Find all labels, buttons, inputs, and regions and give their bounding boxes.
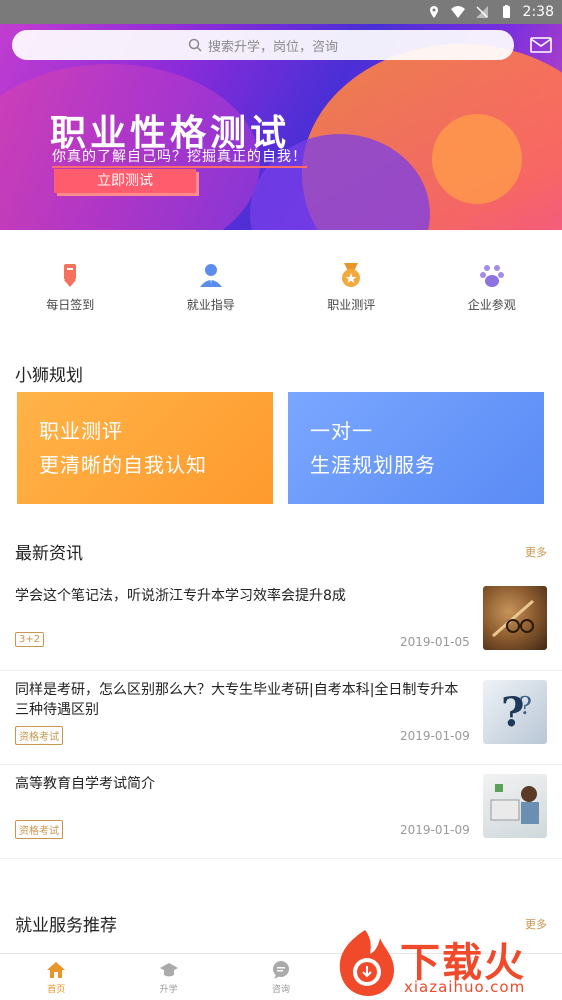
watermark: 下载火 xiazaihuo.com <box>330 926 562 1000</box>
tab-home[interactable]: 首页 <box>0 954 112 1000</box>
planning-title: 小狮规划 <box>15 366 83 386</box>
watermark-url: xiazaihuo.com <box>404 978 526 996</box>
news-item-title: 同样是考研，怎么区别那么大？大专生毕业考研|自考本科|全日制专升本三种待遇区别 <box>15 682 459 718</box>
tab-label: 升学 <box>159 984 178 995</box>
quick-nav-checkin[interactable]: 每日签到 <box>0 262 141 322</box>
quick-nav-assessment[interactable]: 职业测评 <box>281 262 422 322</box>
news-item[interactable]: 学会这个笔记法，听说浙江专升本学习效率会提升8成 3+2 2019-01-05 <box>0 576 562 671</box>
tab-label: 咨询 <box>271 984 290 995</box>
flame-logo-icon <box>339 930 394 996</box>
tab-label: 首页 <box>47 984 66 995</box>
plan-card-line1: 一对一 <box>310 419 373 443</box>
plan-card-line2: 生涯规划服务 <box>310 453 436 477</box>
plan-card-one-on-one[interactable]: 一对一 生涯规划服务 <box>288 392 544 504</box>
plan-card-line2: 更清晰的自我认知 <box>39 453 207 477</box>
location-icon <box>429 6 438 18</box>
battery-icon <box>502 5 510 18</box>
news-item-date: 2019-01-09 <box>400 823 470 837</box>
jobs-title: 就业服务推荐 <box>15 916 117 936</box>
quick-nav-guidance[interactable]: 就业指导 <box>141 262 282 322</box>
news-item-tag: 资格考试 <box>15 820 63 839</box>
search-icon <box>188 38 202 52</box>
search-input[interactable]: 搜索升学，岗位，咨询 <box>12 30 514 60</box>
no-signal-icon <box>475 6 488 18</box>
banner-subtitle: 你真的了解自己吗？挖掘真正的自我！ <box>52 146 307 168</box>
home-icon <box>47 961 66 978</box>
news-title: 最新资讯 <box>15 544 83 564</box>
pen-icon <box>64 264 77 287</box>
svg-text:?: ? <box>519 692 532 720</box>
banner-test-button[interactable]: 立即测试 <box>54 169 196 193</box>
news-more-link[interactable]: 更多 <box>525 544 547 560</box>
news-item-title: 学会这个笔记法，听说浙江专升本学习效率会提升8成 <box>15 588 346 604</box>
status-time: 2:38 <box>522 4 554 20</box>
tab-study[interactable]: 升学 <box>112 954 224 1000</box>
news-item-date: 2019-01-05 <box>400 635 470 649</box>
medal-icon <box>342 263 361 287</box>
news-item-thumbnail <box>483 774 547 838</box>
graduation-cap-icon <box>159 962 178 976</box>
plan-card-line1: 职业测评 <box>39 419 123 443</box>
mail-icon[interactable] <box>530 36 552 54</box>
group-icon <box>479 265 504 287</box>
plan-card-assessment[interactable]: 职业测评 更清晰的自我认知 <box>17 392 273 504</box>
quick-nav-label: 就业指导 <box>186 298 235 312</box>
tab-consult[interactable]: 咨询 <box>225 954 337 1000</box>
chat-icon <box>272 960 289 979</box>
person-icon <box>199 264 222 287</box>
news-item-thumbnail: ?? <box>483 680 547 744</box>
news-item-tag: 3+2 <box>15 632 45 647</box>
quick-nav-label: 职业测评 <box>327 298 376 312</box>
news-item-title: 高等教育自学考试简介 <box>15 776 155 792</box>
quick-nav-label: 企业参观 <box>467 298 516 312</box>
status-bar: 2:38 <box>0 0 562 24</box>
wifi-icon <box>450 6 465 18</box>
quick-nav: 每日签到 就业指导 职业测评 企业参观 <box>0 262 562 322</box>
news-item-tag: 资格考试 <box>15 726 63 745</box>
news-item[interactable]: 同样是考研，怎么区别那么大？大专生毕业考研|自考本科|全日制专升本三种待遇区别 … <box>0 670 562 765</box>
quick-nav-label: 每日签到 <box>46 298 95 312</box>
search-placeholder: 搜索升学，岗位，咨询 <box>207 39 338 55</box>
news-item-date: 2019-01-09 <box>400 729 470 743</box>
quick-nav-visit[interactable]: 企业参观 <box>422 262 562 322</box>
news-item-thumbnail <box>483 586 547 650</box>
news-item[interactable]: 高等教育自学考试简介 资格考试 2019-01-09 <box>0 764 562 859</box>
